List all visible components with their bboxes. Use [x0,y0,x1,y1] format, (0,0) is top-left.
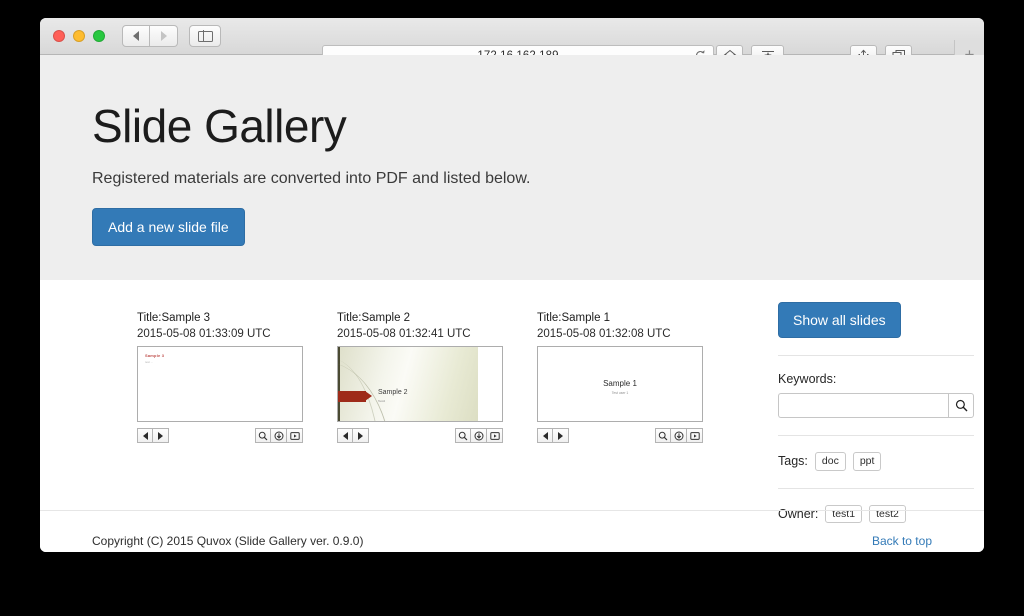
slide-subheading: Test user 1 [611,391,629,396]
decorative-curve-icon [338,356,380,422]
zoom-slide-button[interactable] [455,428,471,444]
slide-card-title: Title:Sample 3 [137,312,211,324]
present-slide-button[interactable] [687,428,703,444]
magnifier-icon [258,431,268,440]
download-circle-icon [674,431,683,441]
slide-card-date: 2015-05-08 01:33:09 UTC [137,327,271,340]
slide-action-group [455,428,503,444]
slide-subheading: test ... [145,360,154,365]
filter-sidebar: Show all slides Keywords: Tags: doc ppt … [778,302,974,523]
download-slide-button[interactable] [471,428,487,444]
triangle-right-icon [158,431,163,440]
slide-card-controls [337,428,503,444]
slide-nav-group [137,428,169,444]
zoom-slide-button[interactable] [655,428,671,444]
back-to-top-link[interactable]: Back to top [872,534,932,548]
slide-thumbnail[interactable]: Sample 1 Test user 1 [537,346,703,423]
triangle-left-icon [142,431,148,440]
chevron-right-icon [160,31,167,41]
next-slide-button[interactable] [553,428,569,444]
present-slide-button[interactable] [487,428,503,444]
slide-heading: Sample 2 [378,389,408,397]
add-new-slide-button[interactable]: Add a new slide file [92,208,245,246]
slideshow-icon [289,431,300,440]
prev-slide-button[interactable] [337,428,353,444]
slideshow-icon [689,431,700,440]
slide-card[interactable]: Title:Sample 2 2015-05-08 01:32:41 UTC S… [337,311,503,444]
slide-heading: Sample 1 [603,379,637,389]
next-slide-button[interactable] [153,428,169,444]
divider [778,355,974,356]
slide-heading: Sample 3 [145,353,165,359]
slideshow-icon [489,431,500,440]
search-input[interactable] [778,393,948,418]
slide-nav-group [337,428,369,444]
tags-label: Tags: [778,454,808,469]
close-window-button[interactable] [53,30,65,42]
chevron-left-icon [133,31,139,41]
maximize-window-button[interactable] [93,30,105,42]
search-icon [955,399,967,412]
present-slide-button[interactable] [287,428,303,444]
search-button[interactable] [948,393,974,418]
keywords-label: Keywords: [778,372,837,386]
browser-window: 172.16.162.189 [40,18,984,552]
slide-background [338,347,478,422]
slide-action-group [255,428,303,444]
triangle-left-icon [342,431,348,440]
prev-slide-button[interactable] [137,428,153,444]
slide-card-list: Title:Sample 3 2015-05-08 01:33:09 UTC S… [137,311,703,444]
download-slide-button[interactable] [671,428,687,444]
divider [778,487,974,489]
triangle-left-icon [542,431,548,440]
tags-row: Tags: doc ppt [778,452,974,471]
slide-card[interactable]: Title:Sample 1 2015-05-08 01:32:08 UTC S… [537,311,703,444]
tag-chip[interactable]: ppt [852,452,882,471]
next-slide-button[interactable] [353,428,369,444]
magnifier-icon [658,431,668,440]
download-circle-icon [474,431,483,441]
copyright-text: Copyright (C) 2015 Quvox (Slide Gallery … [92,534,364,548]
page-subtitle: Registered materials are converted into … [92,170,531,187]
navigation-buttons [122,25,178,47]
browser-titlebar: 172.16.162.189 [40,18,984,70]
slide-thumbnail[interactable]: Sample 2 Test2 [337,346,503,423]
slide-card-controls [137,428,303,444]
slide-nav-group [537,428,569,444]
tag-chip[interactable]: doc [814,452,846,471]
page-footer: Copyright (C) 2015 Quvox (Slide Gallery … [40,511,984,552]
triangle-right-icon [358,431,363,440]
page-content: Slide Gallery Registered materials are c… [40,55,984,552]
hero-section: Slide Gallery Registered materials are c… [40,55,984,280]
window-controls [53,30,105,42]
prev-slide-button[interactable] [537,428,553,444]
sidebar-toggle-button[interactable] [189,25,221,47]
slide-action-group [655,428,703,444]
slide-subheading: Test2 [378,399,386,404]
slide-card[interactable]: Title:Sample 3 2015-05-08 01:33:09 UTC S… [137,311,303,444]
sidebar-icon [197,30,213,42]
forward-button[interactable] [150,25,178,47]
slide-card-controls [537,428,703,444]
arrow-shape-icon [338,391,372,403]
page-title: Slide Gallery [92,100,347,152]
minimize-window-button[interactable] [73,30,85,42]
slide-card-date: 2015-05-08 01:32:08 UTC [537,327,671,340]
zoom-slide-button[interactable] [255,428,271,444]
slide-card-title: Title:Sample 2 [337,312,411,324]
download-circle-icon [274,431,283,441]
slide-thumbnail[interactable]: Sample 3 test ... [137,346,303,423]
slide-card-title: Title:Sample 1 [537,312,611,324]
slide-card-date: 2015-05-08 01:32:41 UTC [337,327,471,340]
back-button[interactable] [122,25,150,47]
divider [778,435,974,436]
triangle-right-icon [558,431,563,440]
show-all-slides-button[interactable]: Show all slides [778,302,901,338]
keywords-search-row [778,393,974,418]
download-slide-button[interactable] [271,428,287,444]
magnifier-icon [458,431,468,440]
